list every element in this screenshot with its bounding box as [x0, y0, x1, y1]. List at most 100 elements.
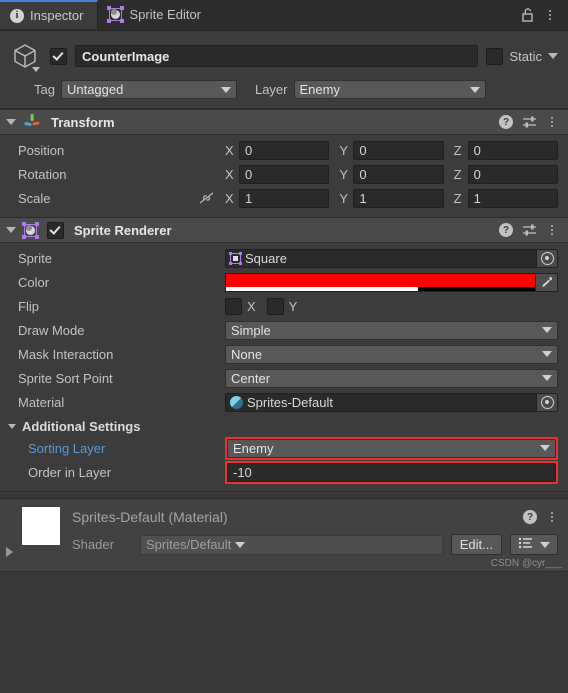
- scale-y-value: 1: [359, 190, 367, 206]
- gameobject-enabled-checkbox[interactable]: [50, 47, 67, 65]
- transform-scale-row: Scale X 1 Y 1 Z 1: [0, 187, 558, 209]
- tab-inspector[interactable]: i Inspector: [0, 0, 99, 29]
- material-preview-expand[interactable]: [6, 507, 22, 571]
- object-picker-icon[interactable]: [536, 249, 557, 267]
- position-y-value: 0: [359, 142, 367, 158]
- axis-z-label: Z: [453, 190, 462, 206]
- material-icon: [230, 395, 243, 409]
- sprite-object-field[interactable]: Square: [225, 248, 558, 268]
- rotation-y-input[interactable]: 0: [353, 164, 444, 184]
- chevron-down-icon: [540, 445, 550, 451]
- kebab-menu-icon[interactable]: [546, 509, 558, 525]
- edit-shader-button[interactable]: Edit...: [450, 534, 502, 555]
- eyedropper-icon[interactable]: [536, 272, 558, 292]
- mask-interaction-dropdown[interactable]: None: [225, 344, 558, 364]
- draw-mode-value: Simple: [231, 322, 271, 338]
- material-title-row: Sprites-Default (Material) ?: [72, 507, 558, 527]
- list-view-dropdown[interactable]: [510, 534, 558, 555]
- tab-bar-spacer: [215, 0, 521, 30]
- transform-foldout-icon[interactable]: [6, 119, 16, 125]
- position-z-input[interactable]: 0: [467, 140, 558, 160]
- chevron-down-icon: [540, 541, 550, 548]
- material-preview-separator: [0, 491, 568, 498]
- help-icon[interactable]: ?: [523, 510, 537, 524]
- layer-label: Layer: [254, 82, 288, 97]
- tab-bar-actions: [521, 0, 568, 30]
- material-label: Material: [18, 394, 65, 410]
- layer-dropdown[interactable]: Enemy: [293, 80, 486, 99]
- shader-value: Sprites/Default: [146, 537, 232, 552]
- sprite-editor-icon: [107, 6, 125, 23]
- scale-x-input[interactable]: 1: [239, 188, 330, 208]
- draw-mode-row: Draw Mode Simple: [0, 319, 558, 341]
- static-checkbox[interactable]: [486, 47, 504, 65]
- scale-x-value: 1: [245, 190, 253, 206]
- gameobject-name-input[interactable]: CounterImage: [75, 45, 479, 67]
- sprite-renderer-enabled-checkbox[interactable]: [47, 221, 64, 239]
- sorting-layer-row: Sorting Layer Enemy: [0, 436, 558, 460]
- kebab-menu-icon[interactable]: [546, 222, 558, 238]
- shader-dropdown[interactable]: Sprites/Default: [140, 534, 443, 555]
- sprite-renderer-body: Sprite Square Color Flip X Y Draw Mode S…: [0, 243, 568, 491]
- axis-x-label: X: [225, 166, 234, 182]
- static-label: Static: [509, 48, 542, 64]
- additional-settings-foldout-icon[interactable]: [8, 423, 16, 429]
- sprite-renderer-component-header[interactable]: Sprite Renderer ?: [0, 217, 568, 243]
- tag-value: Untagged: [66, 82, 124, 97]
- static-dropdown-arrow-icon[interactable]: [548, 53, 558, 59]
- shader-label: Shader: [72, 537, 114, 552]
- color-swatch[interactable]: [225, 272, 536, 292]
- sorting-layer-highlight: Enemy: [225, 436, 558, 460]
- tag-dropdown[interactable]: Untagged: [60, 80, 237, 99]
- alpha-empty: [417, 286, 535, 291]
- tab-inspector-label: Inspector: [30, 8, 84, 23]
- material-value: Sprites-Default: [247, 394, 333, 410]
- color-alpha-bar: [226, 286, 535, 291]
- kebab-menu-icon[interactable]: [544, 7, 556, 23]
- gameobject-tag-layer-row: Tag Untagged Layer Enemy: [8, 80, 558, 99]
- position-x-input[interactable]: 0: [239, 140, 330, 160]
- transform-component-header[interactable]: Transform ?: [0, 109, 568, 135]
- sorting-layer-dropdown[interactable]: Enemy: [227, 438, 556, 458]
- additional-settings-header[interactable]: Additional Settings: [0, 415, 558, 437]
- order-in-layer-input[interactable]: -10: [227, 462, 556, 482]
- position-vector: X 0 Y 0 Z 0: [225, 140, 558, 160]
- flip-label: Flip: [18, 298, 39, 314]
- flip-y-checkbox[interactable]: [266, 297, 284, 315]
- lock-open-icon[interactable]: [521, 7, 534, 23]
- material-object-field[interactable]: Sprites-Default: [225, 392, 558, 412]
- transform-axis-icon: [23, 112, 41, 133]
- preset-settings-icon[interactable]: [522, 223, 537, 237]
- flip-x-checkbox[interactable]: [225, 297, 242, 315]
- cube-icon[interactable]: [8, 39, 42, 73]
- sprite-sort-point-label: Sprite Sort Point: [18, 370, 113, 386]
- axis-x-label: X: [225, 142, 234, 158]
- tab-sprite-editor[interactable]: Sprite Editor: [98, 0, 215, 29]
- scale-z-input[interactable]: 1: [467, 188, 558, 208]
- rotation-x-input[interactable]: 0: [239, 164, 330, 184]
- broken-link-icon[interactable]: [188, 191, 225, 205]
- material-preview-panel: Sprites-Default (Material) ? Shader Spri…: [0, 498, 568, 572]
- object-picker-icon[interactable]: [536, 393, 557, 411]
- sprite-value: Square: [245, 250, 287, 266]
- scale-y-input[interactable]: 1: [353, 188, 444, 208]
- color-row: Color: [0, 271, 558, 293]
- preset-settings-icon[interactable]: [522, 115, 537, 129]
- rotation-x-value: 0: [245, 166, 253, 182]
- watermark: CSDN @cyr___: [490, 558, 562, 569]
- color-label: Color: [18, 274, 50, 290]
- additional-settings-title: Additional Settings: [22, 418, 141, 434]
- rotation-label: Rotation: [18, 166, 67, 182]
- static-control: Static: [486, 47, 558, 65]
- kebab-menu-icon[interactable]: [546, 114, 558, 130]
- sprite-sort-point-dropdown[interactable]: Center: [225, 368, 558, 388]
- help-icon[interactable]: ?: [499, 223, 513, 237]
- position-y-input[interactable]: 0: [353, 140, 444, 160]
- position-z-value: 0: [473, 142, 481, 158]
- sprite-renderer-foldout-icon[interactable]: [6, 227, 16, 233]
- draw-mode-dropdown[interactable]: Simple: [225, 320, 558, 340]
- sprite-renderer-header-icons: ?: [499, 222, 558, 238]
- rotation-z-input[interactable]: 0: [467, 164, 558, 184]
- alpha-filled: [226, 286, 418, 291]
- help-icon[interactable]: ?: [499, 115, 513, 129]
